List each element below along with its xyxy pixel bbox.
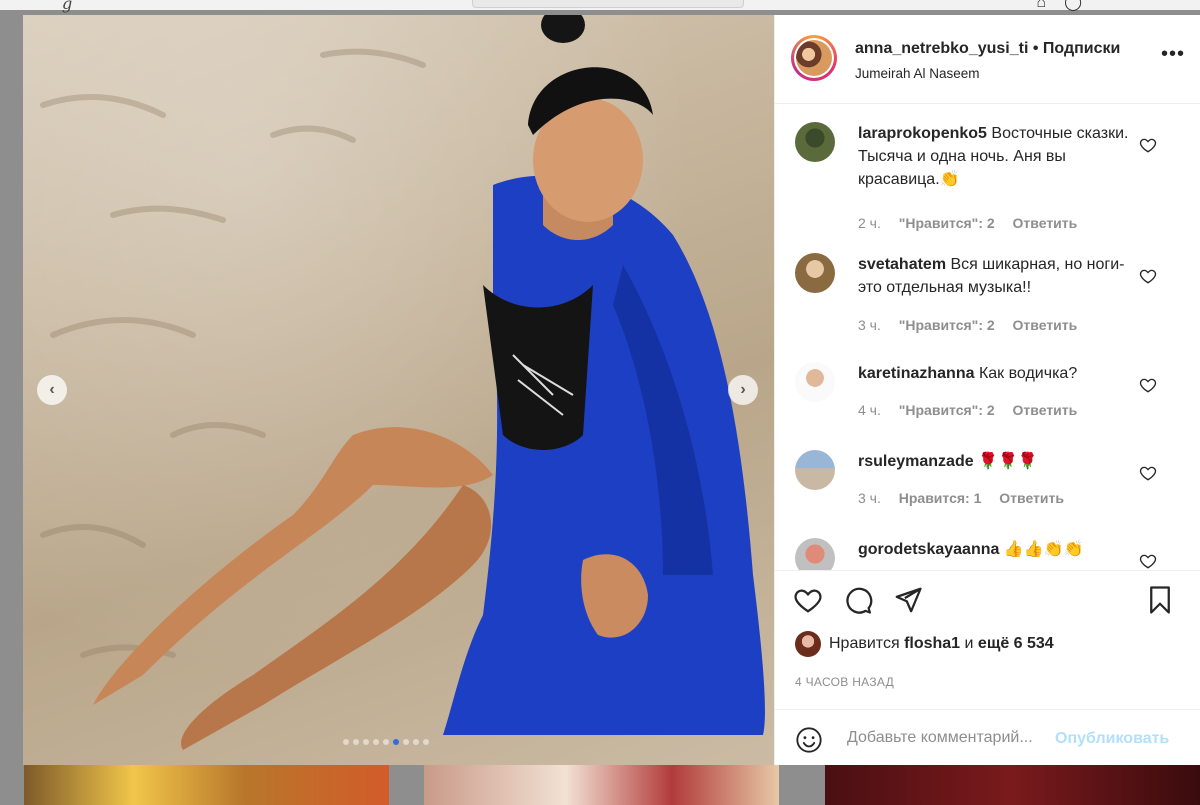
commenter-avatar[interactable] (795, 450, 835, 490)
reply-button[interactable]: Ответить (999, 490, 1064, 506)
post-photo[interactable]: ‹ › (23, 15, 774, 765)
likes-summary[interactable]: Нравится flosha1 и ещё 6 534 (795, 631, 1054, 657)
top-navigation-bar: g ⌂◯ (0, 0, 1200, 13)
reply-button[interactable]: Ответить (1013, 215, 1078, 231)
comment-username[interactable]: rsuleymanzade (858, 453, 974, 470)
carousel-prev-button[interactable]: ‹ (37, 375, 67, 405)
instagram-logo[interactable]: g (62, 0, 72, 13)
comment-time[interactable]: 3 ч. (858, 317, 881, 333)
likes-and: и (964, 635, 974, 652)
carousel-dot (363, 739, 369, 745)
comment-text: Как водичка? (978, 365, 1078, 382)
photo-illustration (40, 15, 765, 750)
reply-button[interactable]: Ответить (1013, 317, 1078, 333)
carousel-dot (353, 739, 359, 745)
carousel-dot (413, 739, 419, 745)
carousel-dot-active (393, 739, 399, 745)
bookmark-icon[interactable] (1145, 585, 1175, 615)
comments-list[interactable]: laraprokopenko5 Восточные сказки. Тысяча… (775, 104, 1200, 570)
post-timestamp[interactable]: 4 ЧАСОВ НАЗАД (795, 675, 894, 689)
nav-icons[interactable]: ⌂◯ (1036, 0, 1100, 12)
commenter-avatar[interactable] (795, 538, 835, 570)
comment-username[interactable]: laraprokopenko5 (858, 125, 987, 142)
carousel-dot (383, 739, 389, 745)
comment-time[interactable]: 2 ч. (858, 215, 881, 231)
liker-avatar[interactable] (795, 631, 821, 657)
carousel-dot (403, 739, 409, 745)
post-header: anna_netrebko_yusi_ti • Подписки Jumeira… (775, 15, 1200, 104)
emoji-icon[interactable] (795, 726, 823, 754)
liker-username[interactable]: flosha1 (904, 635, 960, 653)
comment-likes[interactable]: "Нравится": 2 (899, 215, 995, 231)
comment-like-icon[interactable] (1139, 136, 1157, 154)
carousel-dot (423, 739, 429, 745)
commenter-avatar[interactable] (795, 122, 835, 162)
author-username[interactable]: anna_netrebko_yusi_ti (855, 40, 1028, 57)
post-actions: Нравится flosha1 и ещё 6 534 4 ЧАСОВ НАЗ… (775, 570, 1200, 766)
comment-text: 👍👍👏👏 (1003, 541, 1084, 558)
comment-username[interactable]: karetinazhanna (858, 365, 974, 382)
search-box[interactable] (472, 0, 744, 8)
grid-thumbnail[interactable] (424, 765, 779, 805)
post-modal: ‹ › anna_netrebko_yusi_ti • Подписки Jum… (23, 15, 1200, 765)
comment-likes[interactable]: "Нравится": 2 (899, 317, 995, 333)
more-options-icon[interactable]: ••• (1161, 44, 1185, 64)
post-sidebar: anna_netrebko_yusi_ti • Подписки Jumeira… (774, 15, 1200, 765)
carousel-next-button[interactable]: › (728, 375, 758, 405)
chevron-right-icon: › (740, 381, 746, 398)
comment-username[interactable]: svetahatem (858, 256, 946, 273)
likes-prefix: Нравится (829, 635, 900, 652)
heart-icon[interactable] (793, 585, 823, 615)
add-comment-bar: Опубликовать (775, 709, 1200, 767)
post-location[interactable]: Jumeirah Al Naseem (855, 66, 980, 81)
comment-text: 🌹🌹🌹 (978, 453, 1038, 470)
likes-count[interactable]: ещё 6 534 (978, 635, 1054, 653)
comment-like-icon[interactable] (1139, 267, 1157, 285)
carousel-indicator (343, 739, 429, 745)
reply-button[interactable]: Ответить (1013, 402, 1078, 418)
share-icon[interactable] (893, 585, 923, 615)
publish-button[interactable]: Опубликовать (1055, 730, 1169, 748)
comment-likes[interactable]: Нравится: 1 (899, 490, 982, 506)
comment-like-icon[interactable] (1139, 552, 1157, 570)
comment-username[interactable]: gorodetskayaanna (858, 541, 999, 558)
carousel-dot (373, 739, 379, 745)
comment-like-icon[interactable] (1139, 376, 1157, 394)
author-avatar[interactable] (791, 35, 837, 81)
header-separator: • (1032, 40, 1039, 57)
carousel-dot (343, 739, 349, 745)
comment-like-icon[interactable] (1139, 464, 1157, 482)
comment-time[interactable]: 4 ч. (858, 402, 881, 418)
grid-thumbnail[interactable] (825, 765, 1200, 805)
chevron-left-icon: ‹ (49, 381, 55, 398)
comment-icon[interactable] (843, 585, 873, 615)
comment-input[interactable] (845, 728, 1059, 748)
commenter-avatar[interactable] (795, 362, 835, 402)
comment-time[interactable]: 3 ч. (858, 490, 881, 506)
grid-thumbnail[interactable] (24, 765, 389, 805)
following-button[interactable]: Подписки (1043, 40, 1120, 57)
commenter-avatar[interactable] (795, 253, 835, 293)
comment-likes[interactable]: "Нравится": 2 (899, 402, 995, 418)
